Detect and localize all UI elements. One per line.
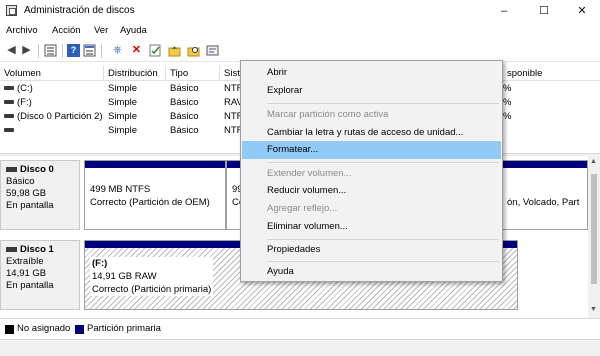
column-disponible[interactable]: sponible — [503, 66, 600, 81]
menu-item-extender: Extender volumen... — [267, 168, 352, 179]
scroll-down-icon[interactable]: ▼ — [590, 306, 597, 313]
disk-icon — [6, 166, 17, 172]
title-bar: Administración de discos – ☐ ✕ — [0, 0, 600, 22]
primary-swatch — [75, 325, 84, 334]
disk-icon — [6, 246, 17, 252]
partition-status: Correcto (Partición de OEM) — [90, 197, 210, 208]
forward-icon[interactable]: ▶ — [20, 44, 33, 57]
column-sist[interactable]: Sist — [220, 66, 242, 81]
menu-ver[interactable]: Ver — [94, 25, 108, 36]
menu-item-cambiar-letra[interactable]: Cambiar la letra y rutas de acceso de un… — [242, 124, 501, 142]
disk-0-label[interactable]: Disco 0 Básico 59,98 GB En pantalla — [0, 160, 80, 230]
table-row[interactable] — [4, 124, 17, 138]
details-icon[interactable] — [83, 44, 96, 57]
disk-size: 14,91 GB — [6, 268, 47, 279]
context-menu: Abrir Explorar Marcar partición como act… — [240, 60, 503, 282]
menu-bar: Archivo Acción Ver Ayuda — [0, 23, 600, 39]
properties-icon[interactable] — [206, 44, 219, 57]
column-distribucion[interactable]: Distribución — [104, 66, 166, 81]
table-cell: % — [503, 83, 512, 94]
legend: No asignado Partición primaria — [0, 318, 600, 338]
legend-unassigned: No asignado — [17, 323, 71, 334]
scroll-thumb[interactable] — [591, 174, 597, 284]
drive-icon — [4, 128, 14, 133]
partition-info: 14,91 GB RAW — [92, 271, 157, 282]
column-volumen[interactable]: Volumen — [0, 66, 104, 81]
menu-item-abrir[interactable]: Abrir — [242, 64, 501, 82]
disk-1-label[interactable]: Disco 1 Extraíble 14,91 GB En pantalla — [0, 240, 80, 310]
table-cell: Simple — [108, 125, 138, 136]
partition-oem[interactable]: 499 MB NTFS Correcto (Partición de OEM) — [84, 160, 226, 230]
table-cell: Simple — [108, 111, 138, 122]
table-row[interactable]: (Disco 0 Partición 2) — [4, 110, 103, 124]
disk-type: Básico — [6, 176, 35, 187]
maximize-button[interactable]: ☐ — [528, 2, 560, 20]
minimize-button[interactable]: – — [488, 2, 520, 20]
table-cell: Básico — [170, 97, 199, 108]
connect-icon[interactable]: ⎈ — [111, 44, 124, 57]
table-row[interactable]: (C:) — [4, 82, 33, 96]
back-icon[interactable]: ◀ — [5, 44, 18, 57]
window-title: Administración de discos — [24, 5, 135, 16]
column-tipo[interactable]: Tipo — [166, 66, 220, 81]
close-button[interactable]: ✕ — [566, 2, 598, 20]
disk-status: En pantalla — [6, 280, 54, 291]
disk-type: Extraíble — [6, 256, 44, 267]
menu-item-explorar[interactable]: Explorar — [242, 82, 501, 100]
menu-item-reducir[interactable]: Reducir volumen... — [242, 182, 501, 200]
drive-icon — [4, 100, 14, 105]
table-cell: Simple — [108, 97, 138, 108]
disk-size: 59,98 GB — [6, 188, 47, 199]
folder-search-icon[interactable] — [187, 44, 200, 57]
menu-item-propiedades[interactable]: Propiedades — [242, 241, 501, 259]
table-cell: Básico — [170, 83, 199, 94]
unassigned-swatch — [5, 325, 14, 334]
table-cell: Básico — [170, 111, 199, 122]
table-row[interactable]: (F:) — [4, 96, 32, 110]
menu-item-eliminar[interactable]: Eliminar volumen... — [242, 218, 501, 236]
drive-icon — [4, 114, 14, 119]
check-icon[interactable] — [149, 44, 162, 57]
table-cell: % — [503, 97, 512, 108]
legend-primary: Partición primaria — [87, 323, 161, 334]
disk-management-icon — [6, 5, 17, 16]
menu-accion[interactable]: Acción — [52, 25, 81, 36]
menu-archivo[interactable]: Archivo — [6, 25, 38, 36]
table-cell: % — [503, 111, 512, 122]
table-cell: Básico — [170, 125, 199, 136]
list-view-icon[interactable] — [44, 44, 57, 57]
menu-item-agregar-reflejo: Agregar reflejo... — [267, 203, 338, 214]
status-bar — [0, 339, 600, 356]
delete-icon[interactable]: ✕ — [130, 44, 143, 57]
menu-item-ayuda[interactable]: Ayuda — [242, 263, 501, 281]
partition-info: 499 MB NTFS — [90, 184, 151, 195]
vertical-scrollbar[interactable]: ▲ ▼ — [588, 156, 600, 318]
disk-status: En pantalla — [6, 200, 54, 211]
folder-up-icon[interactable] — [168, 44, 181, 57]
drive-icon — [4, 86, 14, 91]
table-cell: Simple — [108, 83, 138, 94]
scroll-up-icon[interactable]: ▲ — [590, 158, 597, 165]
menu-ayuda[interactable]: Ayuda — [120, 25, 147, 36]
partition-status: ón, Volcado, Part — [507, 197, 580, 208]
partition-status: Correcto (Partición primaria) — [92, 284, 212, 295]
help-icon[interactable]: ? — [67, 44, 80, 57]
menu-item-marcar-activa: Marcar partición como activa — [267, 109, 389, 120]
partition-letter: (F:) — [92, 258, 108, 269]
menu-item-formatear[interactable]: Formatear... — [242, 141, 501, 159]
toolbar: ◀ ▶ ? ⎈ ✕ — [0, 40, 600, 62]
